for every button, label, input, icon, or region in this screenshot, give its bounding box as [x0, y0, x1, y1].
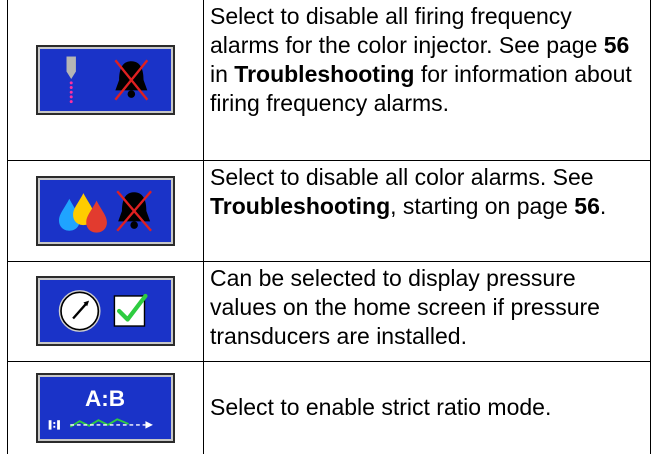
- description-cell: Select to disable all color alarms. See …: [203, 159, 651, 262]
- page-reference: 56: [574, 192, 600, 219]
- table-row: A:B Select to enable strict ratio mode.: [7, 360, 651, 454]
- icon-cell: [7, 260, 204, 362]
- firing-frequency-alarm-disable-icon: [66, 56, 149, 103]
- icon-cell: A:B: [7, 360, 204, 454]
- description-text: , starting on page: [390, 192, 575, 219]
- description-text: in: [210, 61, 235, 87]
- table-row: Select to disable all color alarms. See …: [7, 159, 651, 262]
- page-reference: 56: [603, 32, 630, 58]
- description-text: Can be selected to display pressure valu…: [210, 264, 600, 349]
- section-reference: Troubleshooting: [210, 192, 391, 219]
- section-reference: Troubleshooting: [234, 61, 415, 87]
- description-cell: Can be selected to display pressure valu…: [203, 260, 651, 362]
- ratio-label: A:B: [85, 386, 125, 411]
- color-alarm-disable-button[interactable]: [38, 177, 173, 244]
- description-text: Select to disable all firing frequency a…: [210, 3, 604, 58]
- color-alarm-disable-icon: [59, 190, 152, 233]
- icon-cell: [7, 0, 204, 161]
- pressure-display-checkbox-icon: [58, 290, 148, 332]
- description-cell: Select to enable strict ratio mode.: [203, 360, 651, 454]
- description-text: Select to disable all color alarms. See: [210, 163, 594, 190]
- description-cell: Select to disable all firing frequency a…: [203, 0, 651, 161]
- description-text: .: [599, 192, 607, 219]
- strict-ratio-mode-button[interactable]: A:B: [38, 374, 173, 441]
- description-text: Select to enable strict ratio mode.: [210, 394, 552, 421]
- pressure-display-button[interactable]: [38, 278, 173, 344]
- table-row: Select to disable all firing frequency a…: [7, 0, 651, 161]
- table-row: Can be selected to display pressure valu…: [7, 260, 651, 362]
- settings-icon-table: Select to disable all firing frequency a…: [7, 0, 651, 454]
- strict-ratio-mode-icon: A:B: [48, 386, 153, 430]
- firing-frequency-alarm-disable-button[interactable]: [38, 46, 173, 113]
- icon-cell: [7, 159, 204, 262]
